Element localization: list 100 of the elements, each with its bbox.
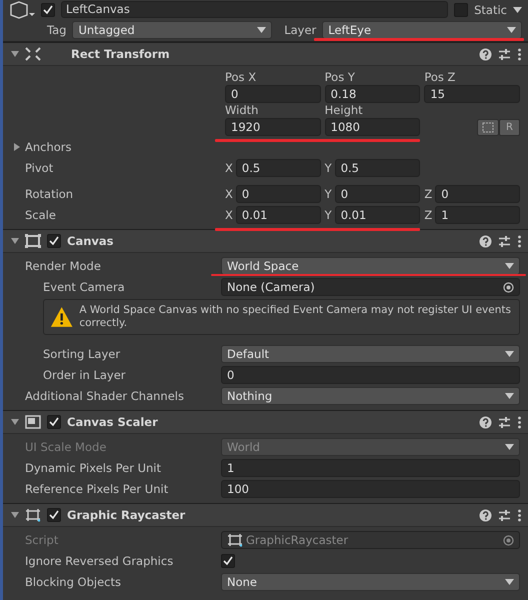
caret-icon	[513, 6, 522, 12]
sliders-icon[interactable]	[498, 416, 511, 429]
component-title: Rect Transform	[71, 47, 171, 61]
enabled-checkbox[interactable]	[47, 234, 61, 248]
blueprint-button[interactable]	[477, 118, 500, 136]
property-label: Rotation	[25, 187, 74, 201]
foldout-icon[interactable]	[14, 143, 20, 151]
dropdown[interactable]: None	[221, 573, 520, 592]
help-icon[interactable]	[479, 48, 492, 60]
input-field[interactable]: 100	[221, 480, 520, 498]
input-field[interactable]: 1920	[225, 118, 321, 136]
property-label: Pos X	[225, 70, 258, 85]
checkmark-icon	[49, 510, 59, 520]
warning-icon	[50, 305, 74, 330]
sliders-icon[interactable]	[498, 508, 511, 522]
layer-label: Layer	[284, 22, 316, 36]
input-field[interactable]: 0	[334, 185, 420, 203]
axis-label: Z	[424, 208, 432, 222]
more-icon[interactable]	[517, 234, 522, 248]
foldout-icon[interactable]	[11, 238, 19, 244]
input-field[interactable]: 1080	[324, 118, 420, 136]
property-label: Dynamic Pixels Per Unit	[25, 461, 162, 476]
checkbox[interactable]	[221, 554, 235, 568]
caret-icon	[505, 351, 514, 358]
checkmark-icon	[43, 4, 53, 14]
property-label: Reference Pixels Per Unit	[25, 482, 170, 496]
property-label: Pos Z	[424, 70, 456, 85]
axis-label: Y	[324, 187, 332, 201]
raycaster-icon	[25, 508, 41, 522]
property-label: Order in Layer	[43, 368, 127, 382]
checkmark-icon	[223, 556, 233, 566]
foldout-icon[interactable]	[11, 512, 19, 518]
foldout-icon[interactable]	[11, 419, 19, 426]
property-label: Script	[25, 533, 60, 548]
tag-label: Tag	[47, 22, 66, 36]
property-label: Pivot	[25, 161, 54, 175]
input-field[interactable]: 0	[225, 85, 321, 103]
component-title: Canvas Scaler	[67, 415, 159, 430]
caret-icon	[507, 26, 516, 32]
input-field[interactable]: 0.18	[324, 85, 420, 103]
more-icon[interactable]	[517, 416, 522, 429]
enabled-checkbox[interactable]	[47, 415, 61, 430]
axis-label: X	[225, 187, 233, 201]
input-field[interactable]: 1	[221, 459, 520, 478]
warning-text: A World Space Canvas with no specified Event Camera may not register UI events correctly.	[79, 304, 512, 330]
canvas-scaler-icon	[25, 415, 41, 430]
axis-label: Y	[324, 161, 332, 175]
input-field[interactable]: 0.5	[334, 159, 420, 177]
input-field[interactable]: 0	[221, 366, 520, 384]
dropdown[interactable]: World Space	[221, 257, 520, 275]
component-header[interactable]: Graphic Raycaster	[3, 503, 528, 528]
input-field[interactable]: 0	[435, 185, 520, 203]
help-icon[interactable]	[479, 234, 492, 248]
property-label: Event Camera	[43, 280, 126, 294]
checkmark-icon	[49, 417, 59, 428]
more-icon[interactable]	[517, 48, 522, 60]
foldout-icon[interactable]	[11, 51, 19, 57]
property-label: Pos Y	[324, 70, 356, 85]
property-label: Sorting Layer	[43, 347, 122, 362]
active-checkbox[interactable]	[41, 2, 55, 16]
help-icon[interactable]	[479, 416, 492, 429]
raycaster-icon	[227, 533, 243, 548]
dropdown[interactable]: Nothing	[221, 387, 520, 406]
axis-label: Y	[324, 208, 332, 222]
input-field[interactable]: 0.5	[236, 159, 321, 177]
input-field[interactable]: 0	[236, 185, 321, 203]
name-field[interactable]: LeftCanvas	[61, 1, 448, 18]
input-field[interactable]: 15	[424, 85, 520, 103]
object-field[interactable]: None (Camera)	[221, 278, 520, 296]
checkmark-icon	[49, 236, 59, 246]
caret-icon	[505, 393, 514, 400]
sliders-icon[interactable]	[498, 234, 511, 248]
caret-icon	[505, 263, 514, 269]
target-icon[interactable]	[503, 282, 514, 292]
property-label: Ignore Reversed Graphics	[25, 554, 174, 568]
component-header[interactable]: Rect Transform	[3, 42, 528, 66]
help-icon[interactable]	[479, 508, 492, 522]
layer-dropdown[interactable]: LeftEye	[322, 20, 522, 38]
caret-icon	[505, 444, 514, 450]
tag-dropdown[interactable]: Untagged	[72, 20, 272, 38]
enabled-checkbox[interactable]	[47, 508, 61, 522]
component-header[interactable]: Canvas	[3, 229, 528, 253]
input-field[interactable]: 1	[435, 206, 520, 224]
property-label: Anchors	[25, 140, 72, 154]
property-label: Additional Shader Channels	[25, 389, 185, 404]
input-field[interactable]: 0.01	[236, 206, 321, 224]
component-title: Graphic Raycaster	[67, 508, 186, 522]
canvas-icon	[25, 234, 41, 248]
static-checkbox[interactable]	[454, 2, 468, 16]
input-field[interactable]: 0.01	[334, 206, 420, 224]
static-label: Static	[474, 2, 507, 16]
dropdown[interactable]: Default	[221, 345, 520, 364]
axis-label: X	[225, 161, 233, 175]
axis-label: X	[225, 208, 233, 222]
caret-icon	[505, 579, 514, 586]
property-label: Width	[225, 103, 260, 118]
property-label: Height	[324, 103, 364, 118]
component-header[interactable]: Canvas Scaler	[3, 410, 528, 434]
sliders-icon[interactable]	[498, 48, 511, 60]
more-icon[interactable]	[517, 508, 522, 522]
